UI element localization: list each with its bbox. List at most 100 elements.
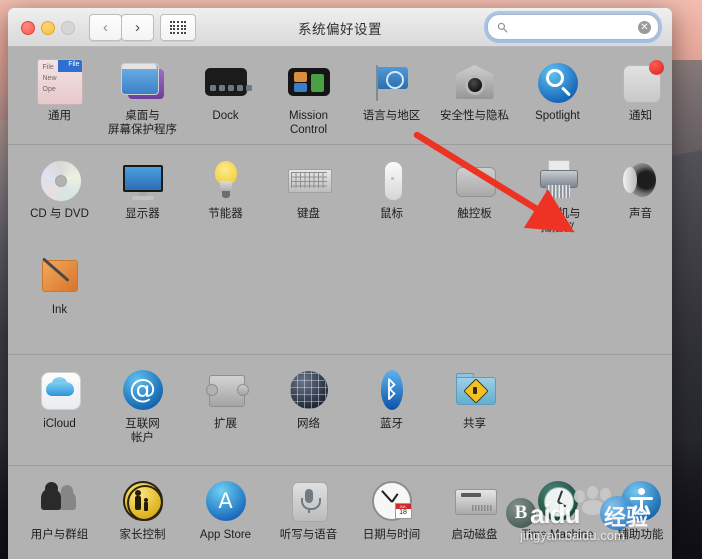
desktop-screensaver-icon [120,59,166,105]
users-groups-icon [37,478,83,524]
parental-controls-icon [120,478,166,524]
pane-date-time[interactable]: JUL 18 日期与时间 [350,466,433,549]
pane-label: 鼠标 [380,208,403,220]
section-personal: File New Ope File 通用 桌面与 屏幕保护程序 Dock Mis… [8,47,672,145]
pane-trackpad[interactable]: 触控板 [433,145,516,241]
pane-label: Dock [212,110,239,122]
pane-internet-accounts[interactable]: @ 互联网 帐户 [101,355,184,451]
pane-label: 互联网 帐户 [125,418,160,444]
pane-label: 扩展 [214,418,237,430]
clear-search-icon[interactable]: ✕ [638,20,651,34]
pane-accessibility[interactable]: 辅助功能 [599,466,672,549]
time-machine-icon [535,478,581,524]
date-time-icon: JUL 18 [369,478,415,524]
preference-panes-grid: File New Ope File 通用 桌面与 屏幕保护程序 Dock Mis… [8,47,672,559]
pane-label: 用户与群组 [30,529,89,541]
pane-label: 听写与语音 [279,529,338,541]
pane-label: 打印机与 扫描仪 [534,208,581,234]
pane-energy-saver[interactable]: 节能器 [184,145,267,241]
dock-icon [203,59,252,105]
icloud-icon [37,367,83,413]
sound-icon [618,157,664,203]
pane-row: File New Ope File 通用 桌面与 屏幕保护程序 Dock Mis… [8,47,672,143]
bluetooth-icon: ᛒ [369,367,415,413]
general-icon: File New Ope File [36,59,83,105]
printers-scanners-icon [535,157,581,203]
pane-label: 日期与时间 [362,529,421,541]
pane-language-region[interactable]: 语言与地区 [350,47,433,143]
pane-displays[interactable]: 显示器 [101,145,184,241]
startup-disk-icon [452,478,498,524]
pane-label: 辅助功能 [617,529,664,541]
pane-notifications[interactable]: 通知 [599,47,672,143]
notifications-icon [618,59,664,105]
pane-mouse[interactable]: 鼠标 [350,145,433,241]
pane-label: App Store [199,529,252,541]
ink-icon [37,253,83,299]
pane-label: 蓝牙 [380,418,403,430]
search-field[interactable]: ✕ [487,14,659,40]
keyboard-icon [286,157,332,203]
pane-startup-disk[interactable]: 启动磁盘 [433,466,516,549]
pane-network[interactable]: 网络 [267,355,350,451]
pane-mission-control[interactable]: Mission Control [267,47,350,143]
pane-sound[interactable]: 声音 [599,145,672,241]
pane-dictation-speech[interactable]: 听写与语音 [267,466,350,549]
section-internet-wireless: iCloud @ 互联网 帐户 扩展 网络 ᛒ 蓝牙 共享 [8,355,672,466]
pane-row: iCloud @ 互联网 帐户 扩展 网络 ᛒ 蓝牙 共享 [8,355,672,451]
system-preferences-window: ‹ › 系统偏好设置 ✕ File New Ope File 通用 桌面与 屏幕… [8,8,672,559]
pane-time-machine[interactable]: Time Machine [516,466,599,549]
pane-extensions[interactable]: 扩展 [184,355,267,451]
pane-cd-dvd[interactable]: CD 与 DVD [18,145,101,241]
pane-label: 语言与地区 [362,110,421,122]
cd-dvd-icon [37,157,83,203]
search-input[interactable] [513,20,638,34]
pane-sharing[interactable]: 共享 [433,355,516,451]
sharing-icon [452,367,498,413]
extensions-icon [203,367,249,413]
pane-label: 家长控制 [119,529,166,541]
pane-spotlight[interactable]: Spotlight [516,47,599,143]
pane-label: 显示器 [125,208,160,220]
pane-label: Time Machine [521,529,594,541]
pane-users-groups[interactable]: 用户与群组 [18,466,101,549]
pane-row: 用户与群组 家长控制 A App Store 听写与语音 JUL 18 日期与时… [8,466,672,549]
pane-label: 触控板 [457,208,492,220]
pane-desktop-screensaver[interactable]: 桌面与 屏幕保护程序 [101,47,184,143]
pane-label: Ink [51,304,68,316]
pane-label: CD 与 DVD [30,208,89,220]
window-titlebar[interactable]: ‹ › 系统偏好设置 ✕ [8,8,672,47]
trackpad-icon [452,157,498,203]
pane-label: 声音 [629,208,652,220]
pane-parental-controls[interactable]: 家长控制 [101,466,184,549]
pane-dock[interactable]: Dock [184,47,267,143]
spotlight-icon [535,59,581,105]
section-hardware: CD 与 DVD 显示器 节能器 键盘 鼠标 触控板 打印机与 扫描仪 声音 I… [8,145,672,355]
pane-printers-scanners[interactable]: 打印机与 扫描仪 [516,145,599,241]
pane-security-privacy[interactable]: 安全性与隐私 [433,47,516,143]
pane-label: 启动磁盘 [451,529,498,541]
pane-ink[interactable]: Ink [18,241,101,324]
dictation-speech-icon [286,478,332,524]
pane-icloud[interactable]: iCloud [18,355,101,451]
displays-icon [120,157,166,203]
network-icon [286,367,332,413]
app-store-icon: A [203,478,249,524]
mouse-icon [369,157,415,203]
accessibility-icon [618,478,664,524]
energy-saver-icon [203,157,249,203]
search-icon [497,22,508,32]
section-system: 用户与群组 家长控制 A App Store 听写与语音 JUL 18 日期与时… [8,466,672,559]
pane-app-store[interactable]: A App Store [184,466,267,549]
pane-label: 通知 [629,110,652,122]
calendar-day: 18 [399,509,407,516]
pane-row: Ink [8,241,672,324]
pane-label: 网络 [297,418,320,430]
pane-keyboard[interactable]: 键盘 [267,145,350,241]
pane-label: Spotlight [535,110,580,122]
pane-bluetooth[interactable]: ᛒ 蓝牙 [350,355,433,451]
pane-label: 共享 [463,418,486,430]
security-privacy-icon [452,59,498,105]
pane-general[interactable]: File New Ope File 通用 [18,47,101,143]
pane-label: 通用 [48,110,71,122]
